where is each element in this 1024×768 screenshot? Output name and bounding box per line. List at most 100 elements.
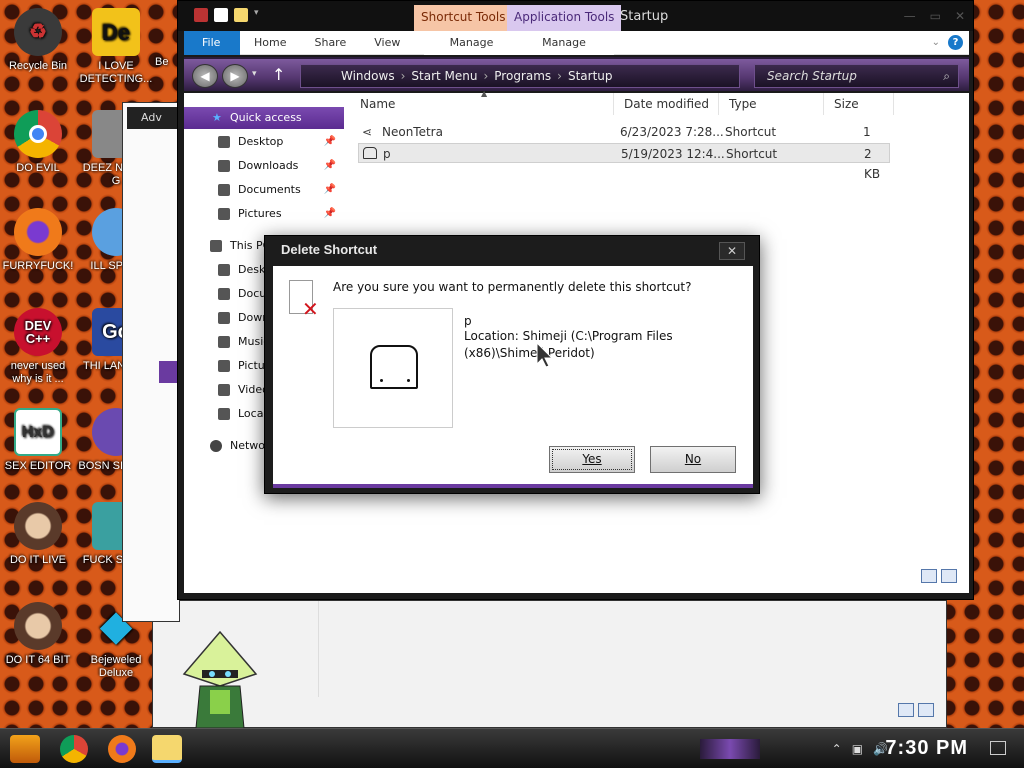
delete-shortcut-dialog[interactable]: Delete Shortcut ✕ ✕ Are you sure you wan… [264, 235, 760, 494]
view-toggle-group[interactable] [921, 569, 957, 583]
desktop-icon[interactable]: HxD SEX EDITOR [0, 408, 76, 473]
new-folder-icon[interactable] [234, 8, 248, 22]
dot [407, 379, 410, 382]
taskbar-firefox-icon[interactable] [108, 735, 136, 763]
drive-icon [218, 408, 230, 420]
column-header-date-modified[interactable]: Date modified [614, 93, 719, 115]
taskbar-decoration [700, 739, 760, 759]
breadcrumb-startup[interactable]: Startup [562, 65, 619, 87]
desktop-icon[interactable]: De I LOVE DETECTING... [78, 8, 154, 86]
tab-home[interactable]: Home [240, 31, 300, 55]
column-header-size[interactable]: Size [824, 93, 894, 115]
properties-icon[interactable] [214, 8, 228, 22]
pictures-folder-icon [218, 360, 230, 372]
taskbar-explorer-icon[interactable] [152, 735, 182, 763]
desktop-icon-partial[interactable]: Be [155, 56, 175, 69]
column-header-type[interactable]: Type [719, 93, 824, 115]
start-button[interactable] [10, 735, 40, 763]
view-toggle-group[interactable] [898, 703, 934, 717]
desktop-folder-icon [218, 136, 230, 148]
desktop-icon[interactable]: DO EVIL [0, 110, 76, 175]
nav-quick-access[interactable]: ★ Quick access [184, 107, 344, 129]
preview-view-icon[interactable] [918, 703, 934, 717]
tab-view[interactable]: View [360, 31, 414, 55]
close-icon[interactable]: ✕ [955, 9, 965, 23]
ribbon-tabs: File Home Share View Manage Manage ⌄ ? [184, 30, 969, 55]
search-icon[interactable]: ⌕ [943, 65, 950, 87]
pin-icon[interactable]: 📌 [324, 203, 336, 225]
desktop-icon[interactable]: FURRYFUCK! [0, 208, 76, 273]
expand-ribbon-icon[interactable]: ⌄ [932, 37, 940, 48]
desktop-icon[interactable]: ♻ Recycle Bin [0, 8, 76, 73]
column-header-name[interactable]: Name [344, 93, 614, 115]
dialog-question: Are you sure you want to permanently del… [333, 280, 692, 294]
no-button[interactable]: No [650, 446, 736, 473]
desktop-icon[interactable]: DEV C++ never used why is it ... [0, 308, 76, 386]
background-window[interactable] [152, 600, 947, 728]
search-input[interactable]: Search Startup ⌕ [754, 64, 959, 88]
yes-button[interactable]: Yes [549, 446, 635, 473]
up-button[interactable]: ↑ [272, 65, 285, 84]
videos-folder-icon [218, 384, 230, 396]
context-tab-application-tools[interactable]: Application Tools [507, 5, 622, 31]
chrome-icon [14, 110, 62, 158]
dialog-close-button[interactable]: ✕ [719, 242, 745, 260]
recent-locations-icon[interactable]: ▾ [252, 69, 257, 79]
minimize-icon[interactable]: — [904, 9, 916, 23]
tab-file[interactable]: File [184, 30, 240, 55]
file-name: p [464, 314, 472, 328]
window-controls: — ▭ ✕ [904, 9, 965, 23]
breadcrumb-programs[interactable]: Programs [488, 65, 557, 87]
portrait-icon [14, 502, 62, 550]
breadcrumb-windows[interactable]: Windows [335, 65, 401, 87]
app-icon [194, 8, 208, 22]
dot [380, 379, 383, 382]
tab-manage-shortcut[interactable]: Manage [424, 30, 519, 55]
clock[interactable]: 7:30 PM [885, 737, 968, 760]
background-window-adv[interactable]: Adv [122, 102, 181, 622]
background-window-divider [318, 601, 319, 697]
shortcut-icon [370, 345, 418, 389]
pin-icon[interactable]: 📌 [324, 131, 336, 153]
fish-icon: ⋖ [362, 125, 373, 139]
details-view-icon[interactable] [898, 703, 914, 717]
tab-manage-application[interactable]: Manage [514, 30, 614, 55]
firefox-icon [14, 208, 62, 256]
address-field[interactable]: Windows › Start Menu › Programs › Startup [300, 64, 740, 88]
breadcrumb-start-menu[interactable]: Start Menu [405, 65, 483, 87]
maximize-icon[interactable]: ▭ [930, 9, 941, 23]
network-icon[interactable]: ▣ [852, 742, 863, 756]
context-tab-shortcut-tools[interactable]: Shortcut Tools [414, 5, 513, 31]
preview-view-icon[interactable] [941, 569, 957, 583]
title-bar[interactable]: ▾ Shortcut Tools Application Tools Start… [178, 1, 973, 31]
nav-desktop[interactable]: Desktop 📌 [184, 131, 344, 153]
dialog-title: Delete Shortcut [281, 242, 378, 257]
help-icon[interactable]: ? [948, 35, 963, 50]
details-view-icon[interactable] [921, 569, 937, 583]
shortcut-icon [363, 147, 377, 159]
nav-pictures[interactable]: Pictures 📌 [184, 203, 344, 225]
de-icon: De [92, 8, 140, 56]
window-title: Startup [620, 9, 669, 24]
desktop-icon[interactable]: DO IT 64 BIT [0, 602, 76, 667]
nav-documents[interactable]: Documents 📌 [184, 179, 344, 201]
chevron-up-icon[interactable]: ⌃ [832, 742, 842, 756]
pin-icon[interactable]: 📌 [324, 155, 336, 177]
background-window-title: Adv [127, 107, 179, 129]
pin-icon[interactable]: 📌 [324, 179, 336, 201]
desktop-icon[interactable]: DO IT LIVE [0, 502, 76, 567]
notifications-icon[interactable] [990, 741, 1006, 755]
taskbar-chrome-icon[interactable] [60, 735, 88, 763]
forward-button[interactable]: ▶ [222, 64, 248, 88]
table-row-selected[interactable]: p 5/19/2023 12:4... Shortcut 2 KB [358, 143, 890, 181]
nav-downloads[interactable]: Downloads 📌 [184, 155, 344, 177]
tab-share[interactable]: Share [300, 31, 360, 55]
peridot-mascot [182, 630, 258, 728]
back-button[interactable]: ◀ [192, 64, 218, 88]
table-row[interactable]: ⋖ NeonTetra 6/23/2023 7:28... Shortcut 1… [358, 122, 890, 159]
system-tray: ⌃ ▣ 🔊 [832, 742, 888, 756]
chevron-down-icon[interactable]: ▾ [254, 8, 268, 22]
delete-document-icon: ✕ [289, 280, 319, 319]
address-bar-row: ◀ ▶ ▾ ↑ Windows › Start Menu › Programs › S… [184, 57, 969, 91]
mouse-cursor-icon [536, 342, 554, 368]
